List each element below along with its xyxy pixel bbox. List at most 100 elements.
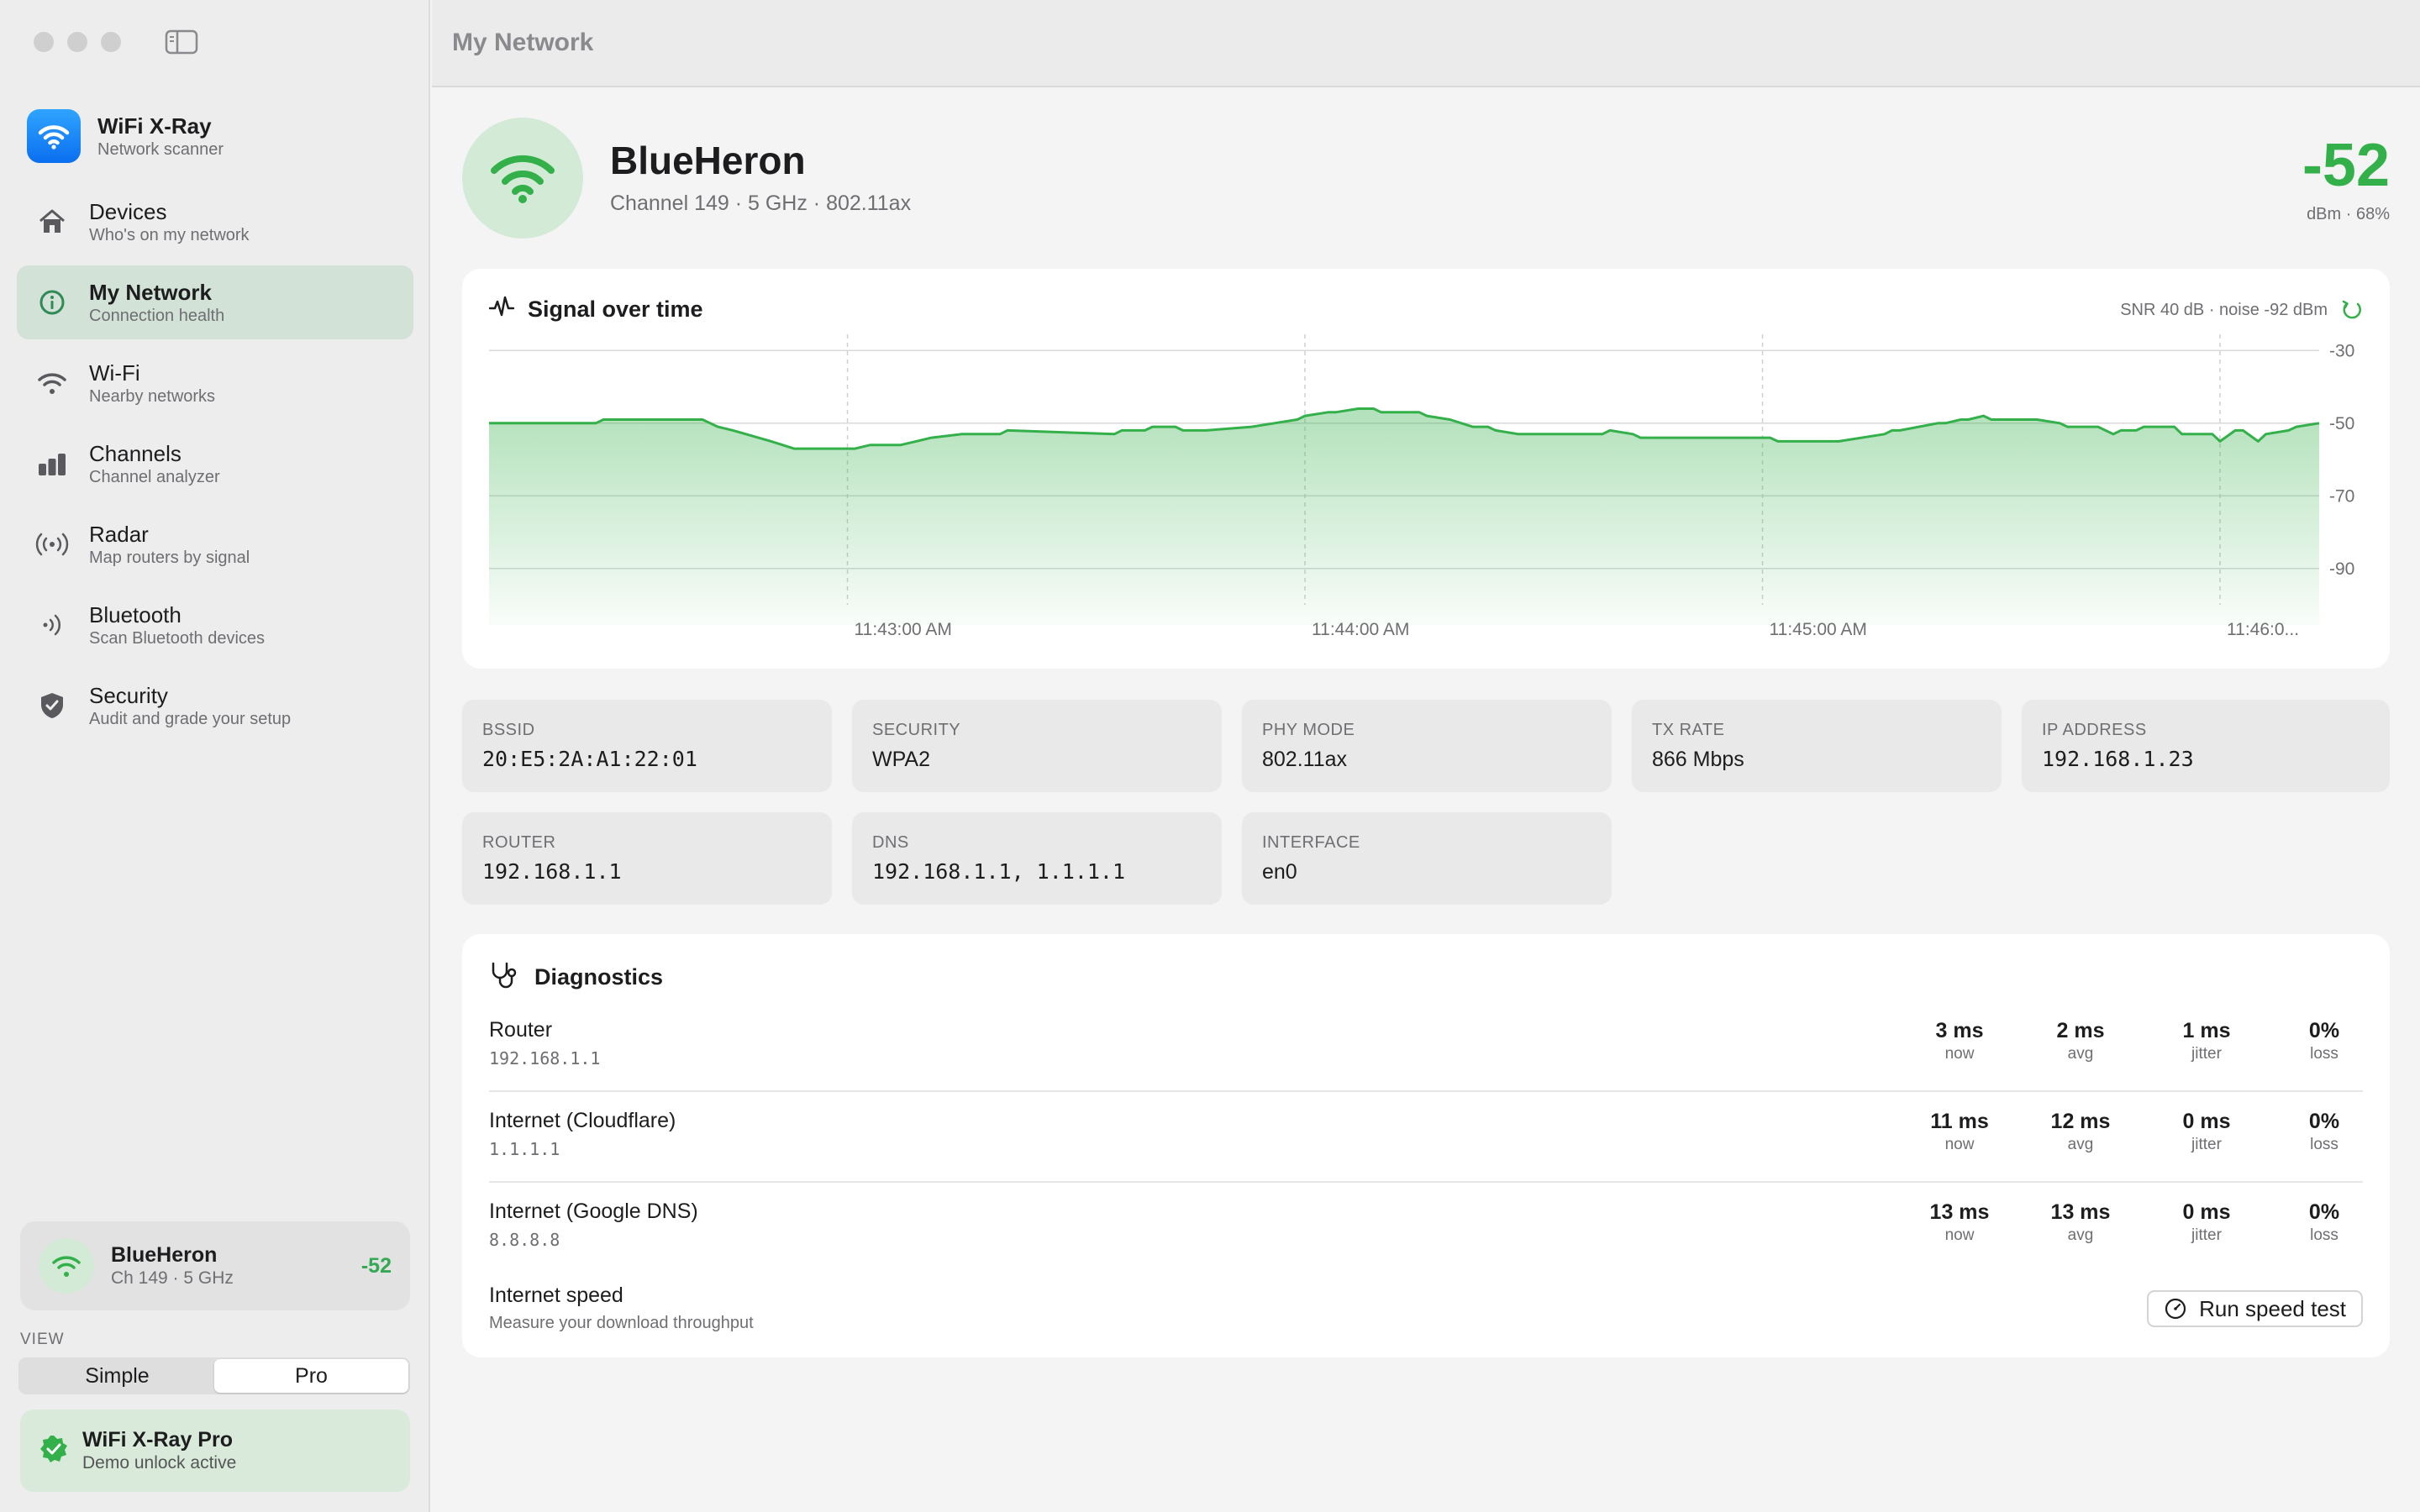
stat-value: 1 ms (2182, 1019, 2231, 1042)
info-circle-icon (34, 284, 71, 321)
stat-now: 13 ms now (1909, 1200, 2010, 1247)
speed-test-row: Internet speed Measure your download thr… (489, 1273, 2363, 1341)
stat-label: loss (2310, 1136, 2338, 1153)
stat-value: 0% (2308, 1019, 2340, 1042)
view-simple-button[interactable]: Simple (20, 1359, 214, 1393)
chart-title: Signal over time (528, 297, 703, 322)
sidebar-item-sublabel: Channel analyzer (89, 468, 220, 486)
tile-label: IP ADDRESS (2042, 721, 2147, 739)
stat-label: avg (2067, 1045, 2094, 1063)
window-titlebar: My Network (432, 0, 2420, 87)
stat-loss: 0% loss (2274, 1109, 2375, 1156)
stat-label: now (1944, 1045, 1975, 1063)
shield-icon (34, 687, 71, 724)
tile-label: BSSID (482, 721, 535, 739)
stat-value: 0 ms (2182, 1200, 2231, 1224)
sidebar-item-label: Bluetooth (89, 602, 182, 627)
chart-header: Signal over time (488, 296, 703, 323)
stethoscope-icon (489, 961, 523, 994)
stat-avg: 12 ms avg (2030, 1109, 2131, 1156)
speed-test-subtitle: Measure your download throughput (489, 1314, 754, 1332)
stat-label: loss (2310, 1226, 2338, 1244)
sidebar-item-sublabel: Connection health (89, 307, 225, 325)
sidebar-item-sublabel: Scan Bluetooth devices (89, 629, 266, 648)
sidebar-item-security[interactable]: Security Audit and grade your setup (17, 669, 413, 743)
stat-value: 13 ms (1929, 1200, 1990, 1224)
speedometer-icon (2165, 1298, 2186, 1320)
wifi-icon (39, 1238, 94, 1294)
sidebar-item-wifi[interactable]: Wi-Fi Nearby networks (17, 346, 413, 420)
sidebar-item-radar[interactable]: Radar Map routers by signal (17, 507, 413, 581)
info-tile-ip-address: IP ADDRESS 192.168.1.23 (2022, 700, 2390, 792)
stat-value: 2 ms (2056, 1019, 2105, 1042)
pro-title: WiFi X-Ray Pro (82, 1428, 233, 1452)
tile-value: 192.168.1.1, 1.1.1.1 (872, 859, 1126, 884)
sidebar-item-my-network[interactable]: My Network Connection health (17, 265, 413, 339)
diagnostic-row-google-dns: Internet (Google DNS) 8.8.8.8 13 ms now 1… (489, 1183, 2363, 1273)
current-network-name: BlueHeron (111, 1243, 218, 1267)
stat-label: jitter (2191, 1045, 2222, 1063)
signal-strength-detail: dBm · 68% (2307, 205, 2390, 223)
sidebar-nav: Devices Who's on my network My Network C… (17, 185, 413, 749)
network-detail: Channel 149 · 5 GHz · 802.11ax (610, 192, 912, 215)
sidebar-item-sublabel: Who's on my network (89, 226, 250, 244)
network-hero: BlueHeron Channel 149 · 5 GHz · 802.11ax… (462, 118, 2390, 240)
pro-status-card[interactable]: WiFi X-Ray Pro Demo unlock active (20, 1410, 410, 1492)
pro-subtitle: Demo unlock active (82, 1453, 237, 1473)
house-icon (34, 203, 71, 240)
info-tile-phy-mode: PHY MODE 802.11ax (1242, 700, 1612, 792)
bar-chart-icon (34, 445, 71, 482)
zoom-window-button[interactable] (101, 32, 121, 52)
diagnostic-target-host: 8.8.8.8 (489, 1230, 560, 1250)
wifi-app-icon (27, 109, 81, 163)
refresh-icon[interactable] (2341, 299, 2363, 321)
stat-value: 0% (2308, 1200, 2340, 1224)
sidebar-item-channels[interactable]: Channels Channel analyzer (17, 427, 413, 501)
tile-label: DNS (872, 833, 909, 852)
current-network-detail: Ch 149 · 5 GHz (111, 1268, 234, 1288)
close-window-button[interactable] (34, 32, 54, 52)
stat-value: 3 ms (1935, 1019, 1984, 1042)
tile-value: en0 (1262, 860, 1297, 884)
diagnostic-target-name: Internet (Cloudflare) (489, 1109, 676, 1132)
stat-value: 0 ms (2182, 1110, 2231, 1133)
sidebar-item-label: Radar (89, 522, 149, 547)
stat-jitter: 0 ms jitter (2156, 1109, 2257, 1156)
minimize-window-button[interactable] (67, 32, 87, 52)
app-brand: WiFi X-Ray Network scanner (27, 109, 224, 163)
stat-label: now (1944, 1226, 1975, 1244)
diagnostic-target-host: 1.1.1.1 (489, 1139, 560, 1159)
stat-value: 13 ms (2050, 1200, 2111, 1224)
info-tile-dns: DNS 192.168.1.1, 1.1.1.1 (852, 812, 1222, 905)
diagnostics-header: Diagnostics (489, 961, 663, 994)
current-network-card[interactable]: BlueHeron Ch 149 · 5 GHz -52 (20, 1221, 410, 1310)
view-section-label: VIEW (20, 1331, 65, 1348)
current-network-rssi: -52 (360, 1253, 392, 1278)
sidebar-item-devices[interactable]: Devices Who's on my network (17, 185, 413, 259)
diagnostic-target-name: Internet (Google DNS) (489, 1200, 698, 1223)
speed-test-title: Internet speed (489, 1284, 623, 1307)
sidebar-item-sublabel: Audit and grade your setup (89, 710, 292, 728)
tile-value: WPA2 (872, 748, 930, 771)
stat-avg: 13 ms avg (2030, 1200, 2131, 1247)
stat-value: 12 ms (2050, 1110, 2111, 1133)
view-pro-button[interactable]: Pro (214, 1359, 408, 1393)
sidebar-item-label: Channels (89, 441, 182, 466)
antenna-icon (34, 526, 71, 563)
snr-noise-text: SNR 40 dB · noise -92 dBm (2120, 300, 2328, 319)
run-speed-test-button[interactable]: Run speed test (2147, 1290, 2363, 1327)
sidebar-item-bluetooth[interactable]: Bluetooth Scan Bluetooth devices (17, 588, 413, 662)
sidebar-item-label: Devices (89, 199, 167, 224)
diagnostic-row-router: Router 192.168.1.1 3 ms now 2 ms avg 1 ms j… (489, 1001, 2363, 1092)
tile-value: 866 Mbps (1652, 748, 1744, 771)
stat-label: jitter (2191, 1226, 2222, 1244)
bluetooth-waves-icon (34, 606, 71, 643)
stat-jitter: 0 ms jitter (2156, 1200, 2257, 1247)
window-title: My Network (452, 29, 594, 56)
stat-loss: 0% loss (2274, 1018, 2375, 1065)
sidebar-toggle-icon[interactable] (165, 29, 198, 55)
signal-area (489, 408, 2319, 625)
stat-now: 11 ms now (1909, 1109, 2010, 1156)
stat-label: loss (2310, 1045, 2338, 1063)
tile-label: PHY MODE (1262, 721, 1355, 739)
